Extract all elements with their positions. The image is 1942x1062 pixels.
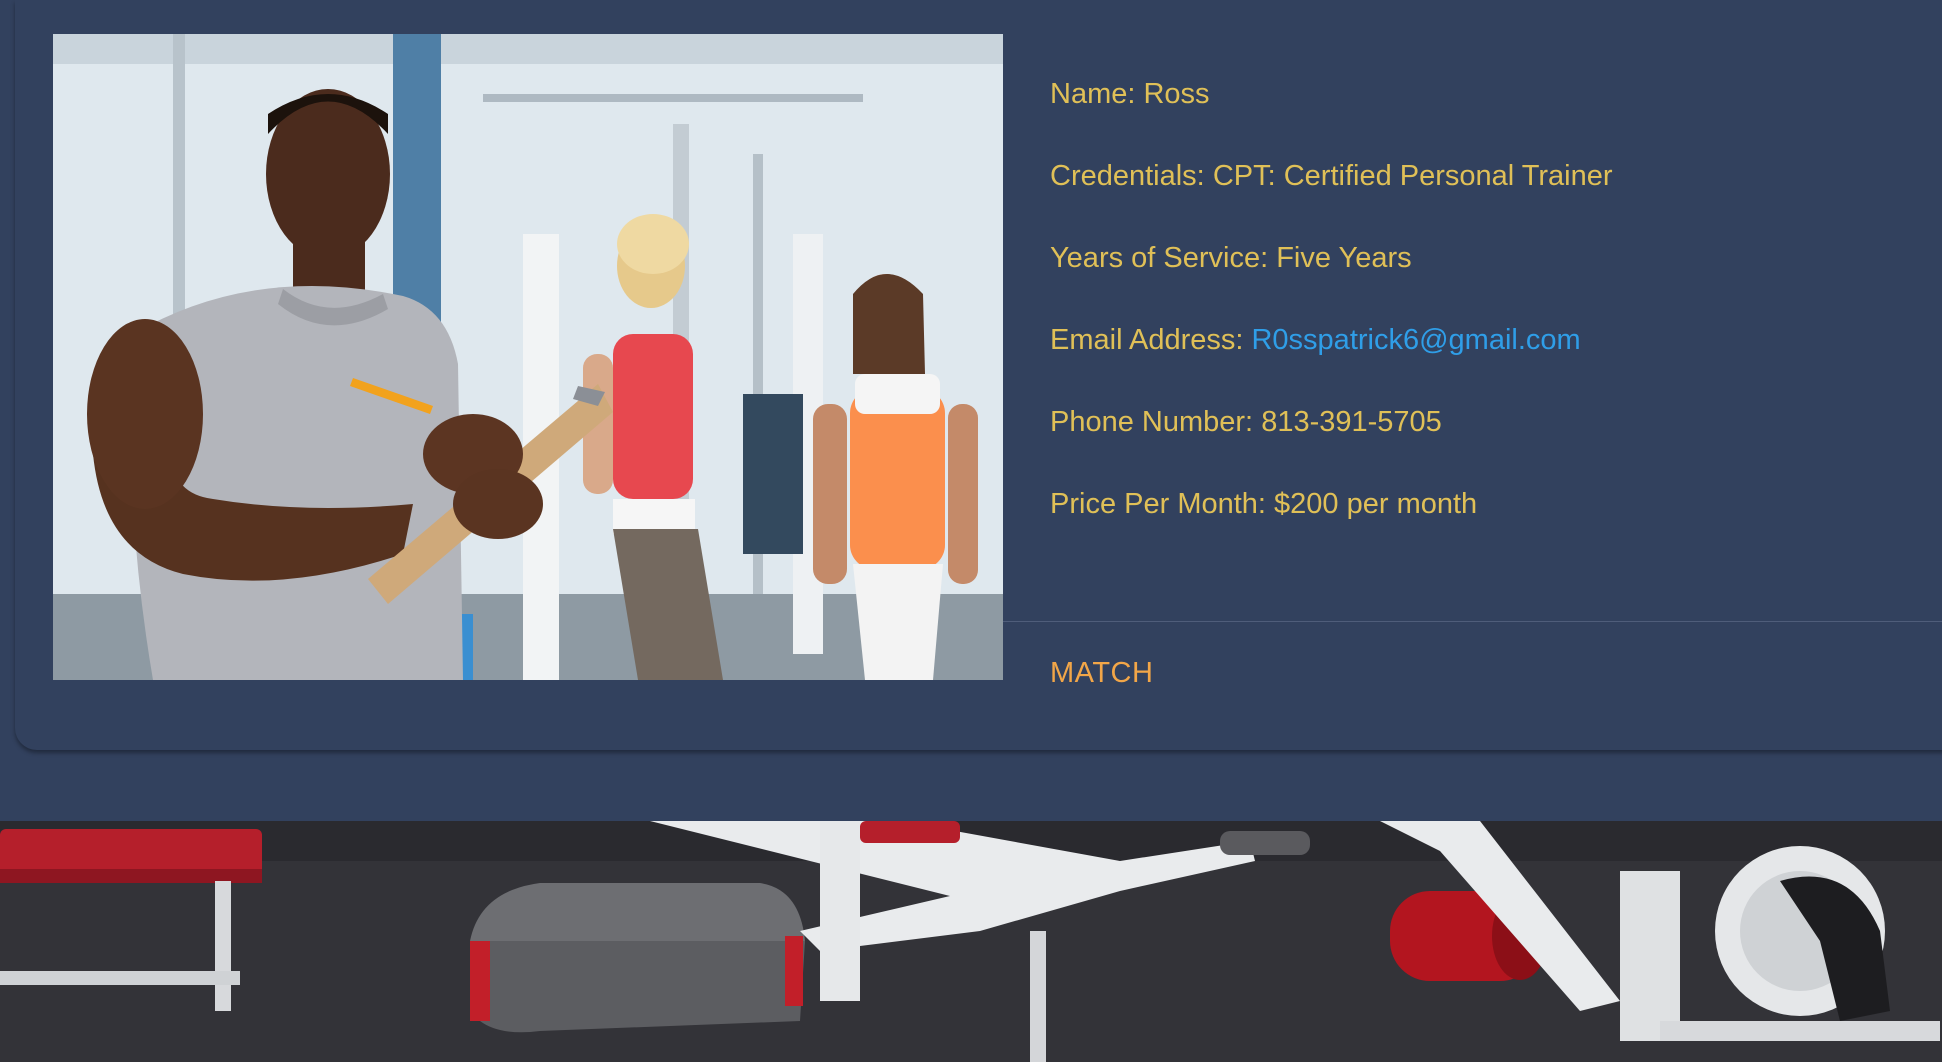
years-row: Years of Service: Five Years	[1050, 242, 1942, 324]
phone-label: Phone Number:	[1050, 406, 1254, 438]
price-label: Price Per Month:	[1050, 488, 1266, 520]
name-label: Name:	[1050, 78, 1136, 110]
trainer-card: Name: Ross Credentials: CPT: Certified P…	[15, 0, 1942, 750]
credentials-label: Credentials:	[1050, 160, 1205, 192]
years-label: Years of Service:	[1050, 242, 1269, 274]
trainer-info: Name: Ross Credentials: CPT: Certified P…	[1050, 78, 1942, 570]
name-value: Ross	[1143, 78, 1210, 110]
name-row: Name: Ross	[1050, 78, 1942, 160]
match-button[interactable]: MATCH	[1050, 657, 1153, 690]
credentials-value: CPT: Certified Personal Trainer	[1212, 160, 1613, 192]
email-label: Email Address:	[1050, 324, 1244, 356]
credentials-row: Credentials: CPT: Certified Personal Tra…	[1050, 160, 1942, 242]
phone-row: Phone Number: 813-391-5705	[1050, 406, 1942, 488]
email-link[interactable]: R0sspatrick6@gmail.com	[1251, 324, 1580, 356]
years-value: Five Years	[1276, 242, 1412, 274]
trainer-photo	[53, 34, 1003, 680]
phone-value: 813-391-5705	[1261, 406, 1442, 438]
price-row: Price Per Month: $200 per month	[1050, 488, 1942, 570]
card-divider	[1003, 621, 1942, 622]
email-row: Email Address: R0sspatrick6@gmail.com	[1050, 324, 1942, 406]
price-value: $200 per month	[1274, 488, 1478, 520]
gym-background-image	[0, 821, 1942, 1062]
